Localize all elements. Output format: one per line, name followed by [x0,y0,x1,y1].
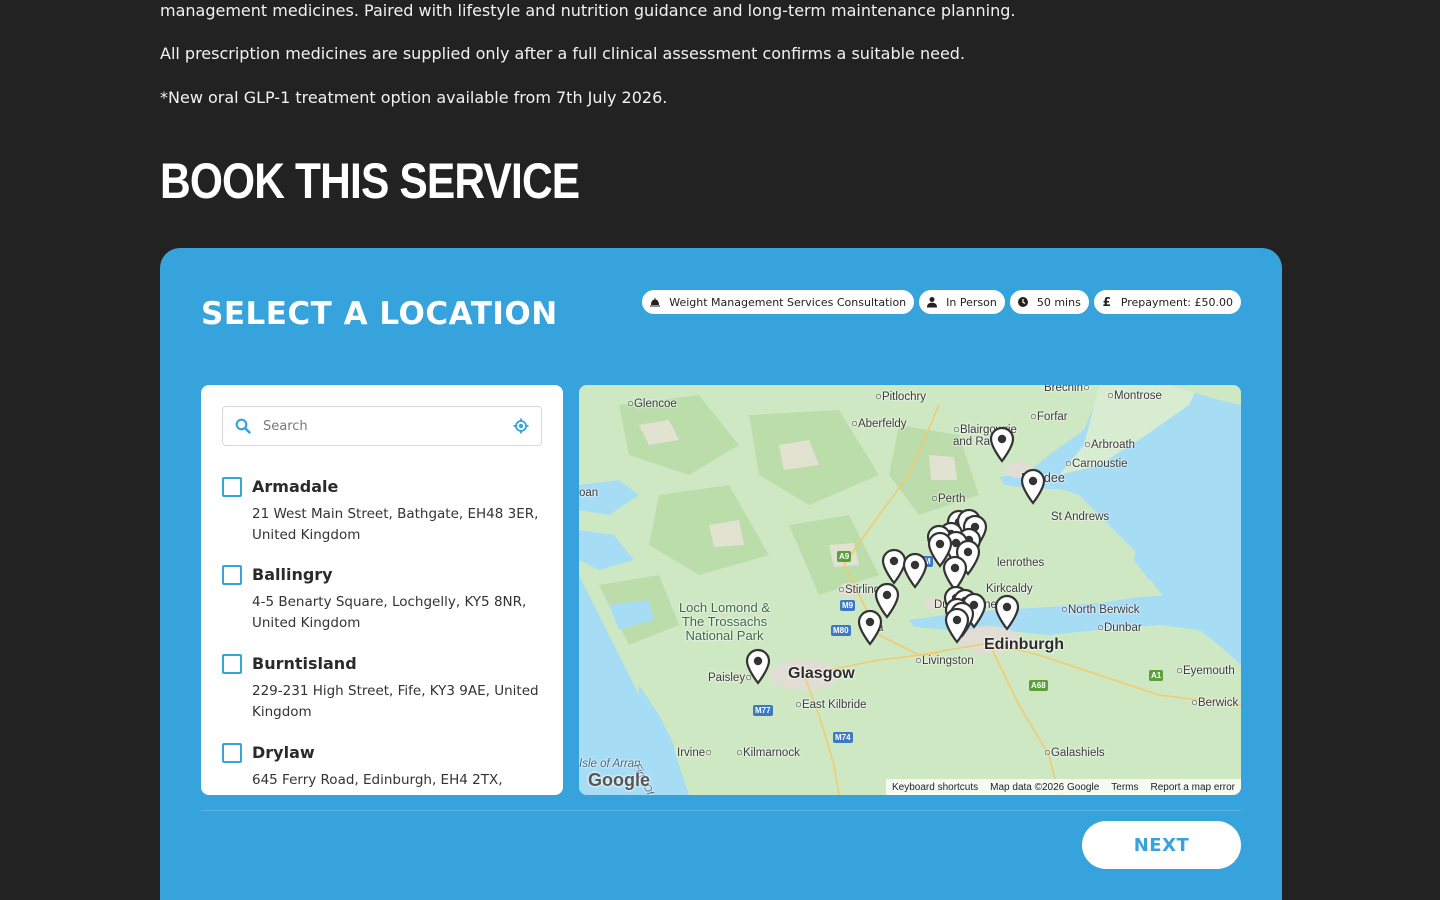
mode-chip: In Person [919,290,1005,314]
select-location-heading: SELECT A LOCATION [201,296,558,332]
google-logo: Google [588,770,650,790]
location-name: Armadale [252,477,339,496]
location-pin-icon[interactable] [1019,467,1047,505]
search-input[interactable] [263,415,503,437]
location-name: Drylaw [252,743,315,762]
duration-chip: 50 mins [1009,290,1089,314]
keyboard-shortcuts-link[interactable]: Keyboard shortcuts [892,782,978,793]
mode-chip-label: In Person [946,295,997,309]
intro-line-1: management medicines. Paired with lifest… [160,1,1016,20]
intro-line-2: All prescription medicines are supplied … [160,44,966,63]
terms-link[interactable]: Terms [1111,782,1138,793]
service-chip-label: Weight Management Services Consultation [669,295,907,309]
location-list-card: Armadale 21 West Main Street, Bathgate, … [201,385,563,795]
duration-chip-label: 50 mins [1036,295,1081,309]
location-pin-icon[interactable] [856,608,884,646]
next-button[interactable]: NEXT [1082,821,1241,869]
book-service-heading: BOOK THIS SERVICE [160,153,580,209]
location-address: 645 Ferry Road, Edinburgh, EH4 2TX, Unit… [252,772,503,795]
bell-icon [649,296,661,308]
map-terrain [579,385,1241,795]
location-pin-icon[interactable] [993,593,1021,631]
person-icon [926,296,938,308]
locate-me-icon[interactable] [513,418,529,438]
location-checkbox[interactable] [222,654,242,674]
location-checkbox[interactable] [222,477,242,497]
location-pin-icon[interactable] [988,425,1016,463]
search-icon [235,418,251,438]
location-checkbox[interactable] [222,743,242,763]
pound-icon: £ [1102,295,1111,309]
service-summary-chips: Weight Management Services Consultation … [642,290,1241,314]
location-map[interactable]: ○Glencoe ○Pitlochry ○Aberfeldy Brechin○ … [579,385,1241,795]
intro-line-3: *New oral GLP-1 treatment option availab… [160,88,668,107]
divider [201,810,1241,811]
booking-panel: SELECT A LOCATION Weight Management Serv… [160,248,1282,900]
map-footer: Keyboard shortcuts Map data ©2026 Google… [885,779,1241,795]
clock-icon [1017,296,1029,308]
price-chip: £ Prepayment: £50.00 [1093,290,1241,314]
price-chip-label: Prepayment: £50.00 [1120,295,1233,309]
service-chip: Weight Management Services Consultation [642,290,915,314]
location-pin-icon[interactable] [901,551,929,589]
location-pin-icon[interactable] [744,647,772,685]
location-address: 21 West Main Street, Bathgate, EH48 3ER,… [252,506,539,543]
location-name: Burntisland [252,654,357,673]
location-address: 4-5 Benarty Square, Lochgelly, KY5 8NR, … [252,594,527,631]
map-data-attribution: Map data ©2026 Google [990,781,1100,793]
location-name: Ballingry [252,565,333,584]
report-map-error-link[interactable]: Report a map error [1151,782,1235,793]
location-checkbox[interactable] [222,565,242,585]
location-pin-icon[interactable] [943,606,971,644]
location-address: 229-231 High Street, Fife, KY3 9AE, Unit… [252,683,539,720]
location-search [222,406,542,446]
